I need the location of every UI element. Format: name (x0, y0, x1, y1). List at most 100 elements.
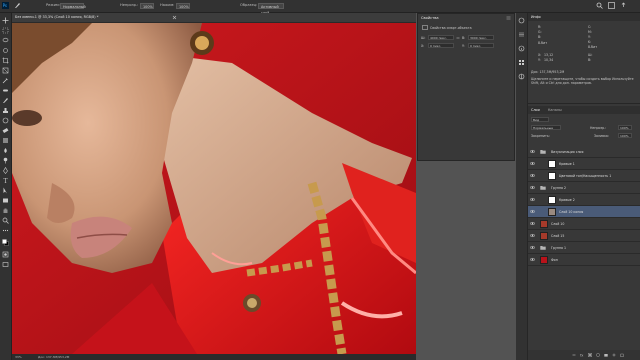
blur-tool-icon[interactable] (2, 147, 9, 154)
zoom-tool-icon[interactable] (2, 217, 9, 224)
move-tool-icon[interactable] (2, 17, 9, 24)
collapse-panel-icon[interactable] (506, 16, 511, 20)
visibility-eye-icon[interactable] (530, 233, 535, 238)
visibility-eye-icon[interactable] (530, 209, 535, 214)
new-layer-icon[interactable] (612, 353, 616, 357)
add-mask-icon[interactable] (588, 353, 592, 357)
visibility-eye-icon[interactable] (530, 173, 535, 178)
visibility-eye-icon[interactable] (530, 257, 535, 262)
layer-row[interactable]: Слой 15 (528, 230, 640, 242)
info-doc-size: Док: 137,3М/953,2М (531, 70, 565, 74)
visibility-eye-icon[interactable] (530, 185, 535, 190)
type-tool-icon[interactable]: T (2, 177, 9, 184)
visibility-eye-icon[interactable] (530, 197, 535, 202)
brush-tool-icon[interactable] (14, 2, 21, 9)
pen-tool-icon[interactable] (2, 167, 9, 174)
more-tools-icon[interactable] (2, 227, 9, 234)
height-input[interactable]: 3000 пикс. (468, 35, 494, 40)
mode-select[interactable]: Нормальный (60, 3, 86, 9)
properties-panel-icon[interactable] (518, 31, 525, 38)
dodge-tool-icon[interactable] (2, 157, 9, 164)
visibility-eye-icon[interactable] (530, 161, 535, 166)
hand-tool-icon[interactable] (2, 207, 9, 214)
visibility-eye-icon[interactable] (530, 221, 535, 226)
visibility-eye-icon[interactable] (530, 245, 535, 250)
clone-stamp-tool-icon[interactable] (2, 107, 9, 114)
history-panel-icon[interactable] (518, 17, 525, 24)
frame-tool-icon[interactable] (2, 67, 9, 74)
share-icon[interactable] (620, 2, 627, 9)
link-dimensions-icon[interactable] (456, 36, 460, 40)
layer-kind-filter[interactable]: Вид (531, 117, 549, 122)
screen-mode-icon[interactable] (2, 261, 9, 268)
y-input[interactable]: 0 пикс. (468, 43, 494, 48)
info-tab[interactable]: Инфо (531, 15, 541, 19)
sample-select[interactable]: Активный слой (258, 3, 284, 15)
layer-name: Слой 15 (551, 234, 565, 238)
layer-name: Визуализация слоя (551, 150, 584, 154)
tab-layers[interactable]: Слои (531, 108, 540, 112)
info-bit-left: 8-бит (538, 41, 548, 45)
gradient-tool-icon[interactable] (2, 137, 9, 144)
eyedropper-tool-icon[interactable] (2, 77, 9, 84)
layer-row[interactable]: Визуализация слоя (528, 146, 640, 158)
layer-name: Цветовой тон/Насыщенность 1 (559, 174, 612, 178)
quick-select-tool-icon[interactable] (2, 47, 9, 54)
foreground-color-swatch[interactable] (2, 239, 9, 246)
delete-layer-icon[interactable] (620, 353, 624, 357)
width-input[interactable]: 4000 пикс. (428, 35, 454, 40)
layer-opacity-label: Непрозр.: (590, 126, 607, 130)
layer-row[interactable]: Кривые 2 (528, 194, 640, 206)
layer-row[interactable]: Слой 10 (528, 218, 640, 230)
eraser-tool-icon[interactable] (2, 127, 9, 134)
crop-tool-icon[interactable] (2, 57, 9, 64)
lasso-tool-icon[interactable] (2, 37, 9, 44)
path-select-tool-icon[interactable] (2, 187, 9, 194)
visibility-eye-icon[interactable] (530, 149, 535, 154)
brush-tool-icon[interactable] (2, 97, 9, 104)
link-layers-icon[interactable] (572, 353, 576, 357)
close-tab-icon[interactable] (172, 15, 177, 20)
layer-name: Слой 10 копия (559, 210, 584, 214)
document-title: Без имени-1 @ 33,3% (Слой 10 копия, RGB/… (15, 15, 99, 19)
layer-row[interactable]: Цветовой тон/Насыщенность 1 (528, 170, 640, 182)
adjustment-thumbnail (548, 160, 556, 168)
panel-icon-strip (516, 13, 528, 360)
layer-row[interactable]: Кривые 1 (528, 158, 640, 170)
add-style-icon[interactable]: fx (580, 353, 584, 358)
layer-name: Кривые 2 (559, 198, 575, 202)
quick-mask-icon[interactable] (2, 251, 9, 258)
document-tab[interactable]: Без имени-1 @ 33,3% (Слой 10 копия, RGB/… (12, 13, 416, 23)
layer-opacity-input[interactable]: 100% (618, 125, 632, 130)
blend-mode-select[interactable]: Нормальные (531, 125, 561, 130)
layer-row[interactable]: Группа 1 (528, 242, 640, 254)
layer-row[interactable]: Группа 2 (528, 182, 640, 194)
info-bit-right: 8-бит (588, 45, 598, 49)
layer-row[interactable]: Слой 10 копия (528, 206, 640, 218)
history-brush-tool-icon[interactable] (2, 117, 9, 124)
fill-input[interactable]: 100% (618, 133, 632, 138)
swatches-panel-icon[interactable] (518, 59, 525, 66)
tab-channels[interactable]: Каналы (548, 108, 562, 112)
rectangle-tool-icon[interactable] (2, 197, 9, 204)
svg-text:Ps: Ps (3, 3, 7, 8)
sample-label: Образец: (240, 3, 258, 7)
adjustments-panel-icon[interactable] (518, 73, 525, 80)
new-group-icon[interactable] (604, 353, 608, 357)
document-canvas[interactable] (12, 23, 416, 354)
info-panel-icon[interactable] (518, 45, 525, 52)
new-adjustment-icon[interactable] (596, 353, 600, 357)
zoom-level[interactable]: 33% (15, 355, 22, 359)
info-c-label: C: (588, 25, 592, 29)
marquee-tool-icon[interactable] (2, 27, 9, 34)
opacity-input[interactable]: 100% (140, 3, 154, 9)
info-y-label: Y: (588, 35, 591, 39)
doc-size: Док: 137,3М/953,2М (38, 355, 70, 359)
workspace-icon[interactable] (608, 2, 615, 9)
search-icon[interactable] (596, 2, 603, 9)
flow-input[interactable]: 100% (176, 3, 190, 9)
layer-row[interactable]: Фон (528, 254, 640, 266)
x-input[interactable]: 0 пикс. (428, 43, 454, 48)
healing-brush-tool-icon[interactable] (2, 87, 9, 94)
layer-name: Слой 10 (551, 222, 565, 226)
